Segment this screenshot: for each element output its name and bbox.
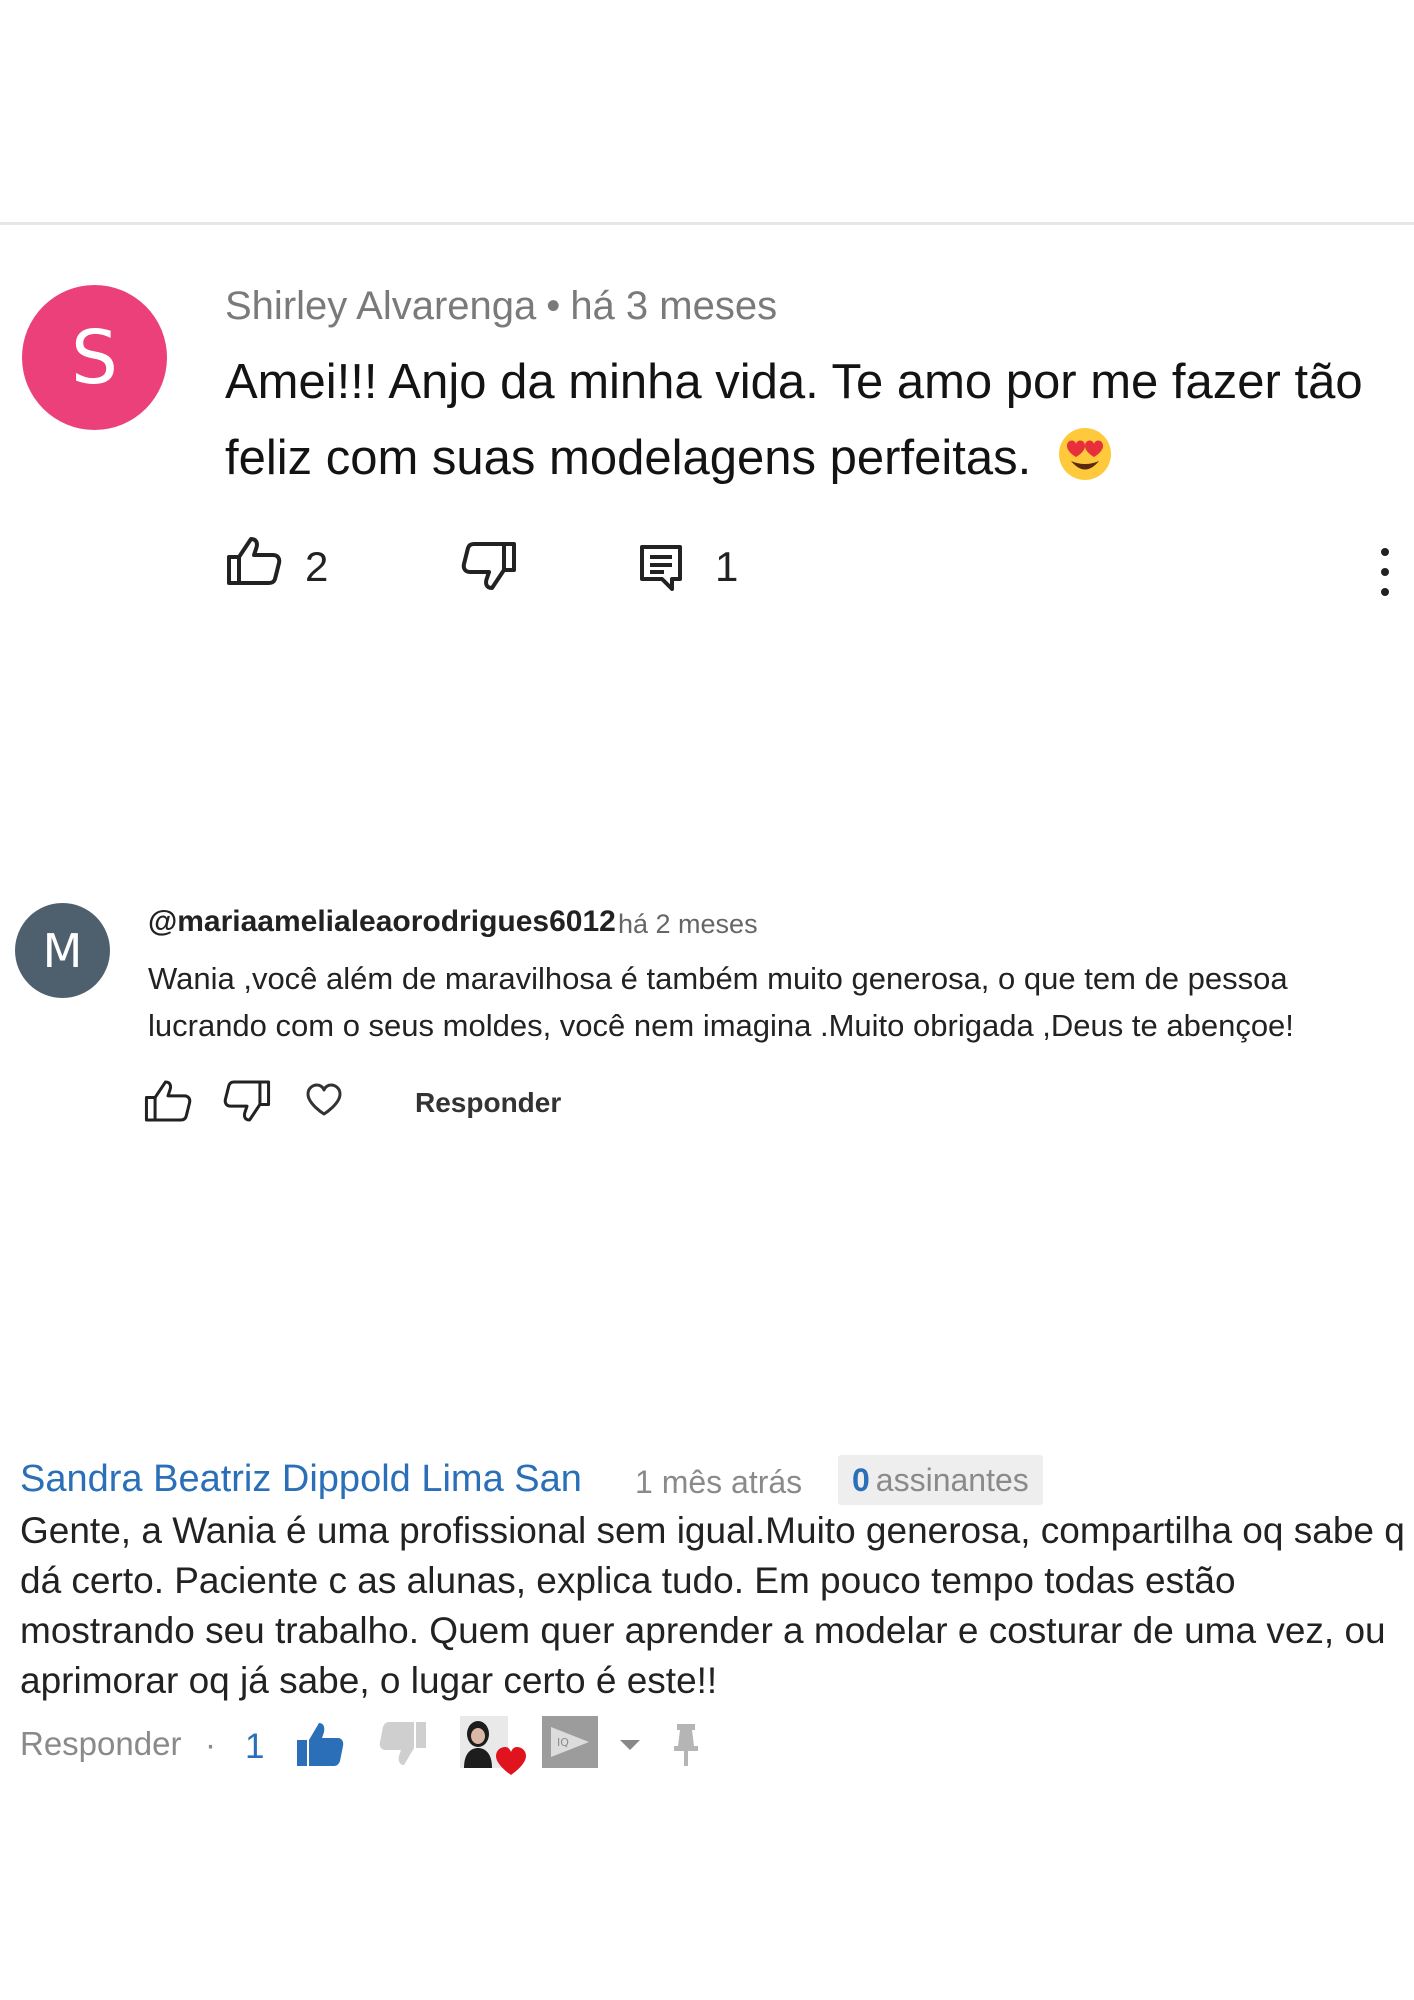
like-count: 1 xyxy=(245,1727,265,1766)
comment-meta: Shirley Alvarenga • há 3 meses xyxy=(225,284,777,329)
meta-separator: • xyxy=(546,284,561,328)
avatar-letter: M xyxy=(42,923,83,978)
like-count: 2 xyxy=(305,543,329,590)
avatar[interactable]: M xyxy=(15,903,110,998)
subscribers-label: assinantes xyxy=(875,1461,1029,1498)
thumbs-up-icon[interactable] xyxy=(143,1078,193,1129)
thumbs-down-icon[interactable] xyxy=(222,1078,272,1129)
thumbs-up-filled-icon[interactable] xyxy=(295,1720,345,1773)
heart-icon[interactable] xyxy=(305,1083,343,1122)
heart-eyes-emoji-icon xyxy=(1057,426,1113,504)
author-handle[interactable]: @mariaamelialeaorodrigues6012 xyxy=(148,905,616,939)
subscribers-badge: 0 assinantes xyxy=(838,1455,1043,1505)
reply-button[interactable]: Responder xyxy=(415,1087,561,1119)
svg-text:IQ: IQ xyxy=(557,1736,569,1749)
actions-separator: · xyxy=(205,1726,216,1763)
comment-icon[interactable] xyxy=(638,543,684,598)
comment-text: Gente, a Wania é uma profissional sem ig… xyxy=(20,1510,1405,1701)
heart-icon xyxy=(494,1746,528,1781)
author-name[interactable]: Shirley Alvarenga xyxy=(225,284,536,328)
thumbs-down-filled-icon[interactable] xyxy=(378,1720,428,1773)
more-vert-icon[interactable] xyxy=(1378,548,1392,596)
promote-icon[interactable]: IQ xyxy=(542,1716,598,1768)
subscribers-count: 0 xyxy=(852,1461,870,1498)
comment-text: Amei!!! Anjo da minha vida. Te amo por m… xyxy=(225,344,1375,504)
top-divider xyxy=(0,222,1414,225)
reply-button[interactable]: Responder xyxy=(20,1725,181,1763)
creator-heart-icon[interactable] xyxy=(460,1716,530,1780)
comment-body: Amei!!! Anjo da minha vida. Te amo por m… xyxy=(225,355,1363,485)
pin-icon[interactable] xyxy=(672,1722,700,1773)
comment-time[interactable]: 1 mês atrás xyxy=(635,1464,802,1501)
reply-count: 1 xyxy=(715,543,739,590)
thumbs-up-icon[interactable] xyxy=(225,535,283,592)
comment-text: Wania ,você além de maravilhosa é também… xyxy=(148,961,1294,1043)
avatar-letter: S xyxy=(71,314,118,401)
caret-down-icon[interactable] xyxy=(620,1740,640,1750)
comment-time[interactable]: há 3 meses xyxy=(570,284,777,328)
comment-actions: Responder · 1 IQ xyxy=(20,1716,720,1780)
author-name[interactable]: Sandra Beatriz Dippold Lima San xyxy=(20,1458,582,1501)
comment-time[interactable]: há 2 meses xyxy=(618,909,758,940)
thumbs-down-icon[interactable] xyxy=(460,540,518,597)
avatar[interactable]: S xyxy=(22,285,167,430)
